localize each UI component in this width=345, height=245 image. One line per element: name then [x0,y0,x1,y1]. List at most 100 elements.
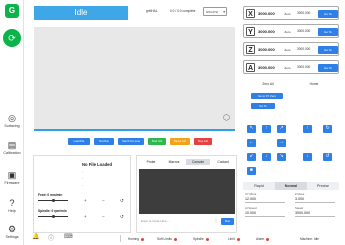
jog-x-plus-button[interactable]: → [277,139,286,147]
slider-handle[interactable] [51,215,55,218]
jog-x-plus-y-plus-button[interactable]: ↗ [277,125,286,133]
axis-value: 3000.000 [258,29,275,34]
xy-move-input[interactable]: 12.000 [245,197,256,201]
info-icon[interactable]: ⓘ [48,233,54,242]
spindle-override-slider[interactable] [38,215,68,218]
tab-precise[interactable]: Precise [307,182,339,190]
tab-rapid[interactable]: Rapid [243,182,275,190]
goto-x-input[interactable]: 3000.000 [297,11,310,15]
visualizer[interactable] [34,27,235,130]
jog-y-minus-button[interactable]: ↓ [262,153,271,161]
sidebar-item-label: Surfacing [4,124,20,128]
dro-panel: X 3000.000 Zero 3000.000 Go To Y 3000.00… [243,6,339,230]
connection-icon[interactable]: ⟳ [3,29,21,47]
sidebar-item-firmware[interactable]: ▣ Firmware [0,170,24,185]
tab-normal[interactable]: Normal [275,182,307,190]
stop-job-button[interactable]: Stop Job [194,138,212,145]
help-icon: ? [9,198,15,208]
file-panel: No File Loaded - - - Feed: 0 mm/min + − … [33,155,131,233]
sidebar-item-calibration[interactable]: ▤ Calibration [0,140,24,155]
gcode-input[interactable]: Enter G-Code Here... [141,218,213,225]
console-menu-icon[interactable]: ⋮ [214,218,218,223]
settings-icon: ⚙ [7,224,17,234]
machine-state-bar: Idle [34,6,128,20]
goto-y-input[interactable]: 3000.000 [297,29,310,33]
app-logo: G [5,4,19,18]
firmware-name: grblHAL [146,9,158,13]
feed-increase-button[interactable]: + [84,198,87,203]
zero-y-button[interactable]: Zero [282,28,293,36]
test-run-button[interactable]: Test Run [94,138,114,145]
xy-move-label: XY Move [245,192,257,196]
spindle-decrease-button[interactable]: − [102,214,105,219]
sidebar-item-help[interactable]: ? Help [0,198,24,213]
zero-x-button[interactable]: Zero [282,10,293,18]
jog-x-plus-y-minus-button[interactable]: ↘ [277,153,286,161]
sidebar-item-settings[interactable]: ⚙ Settings [0,224,24,239]
goto-z-zero-button[interactable]: Go To [251,103,275,109]
goto-a-input[interactable]: 3000.000 [297,65,310,69]
job-progress-text: 0.0 / 0.0 complete [170,9,196,13]
jog-z-plus-button[interactable]: ↑ [303,125,312,133]
goto-xy-zero-button[interactable]: Go to XY Zero [251,93,283,99]
calibration-icon: ▤ [7,140,17,150]
jog-mode-tabs: Rapid Normal Precise [243,182,339,190]
feed-decrease-button[interactable]: − [102,198,105,203]
status-label: Homing [128,237,139,241]
axis-row-a: A 3000.000 Zero 3000.000 Go To [243,60,339,74]
goto-a-button[interactable]: Go To [318,64,338,72]
field-underline [295,216,335,217]
file-title: No File Loaded [82,162,113,167]
zero-z-button[interactable]: Zero [282,46,293,54]
home-button[interactable]: Home [299,82,329,86]
sidebar-item-surfacing[interactable]: ◎ Surfacing [0,113,24,128]
goto-z-input[interactable]: 3000.000 [297,47,310,51]
goto-x-button[interactable]: Go To [318,10,338,18]
status-soft-limits: Soft Limits [157,237,177,241]
tab-macros[interactable]: Macros [163,159,185,165]
zero-all-button[interactable]: Zero All [253,82,283,86]
feed-override-slider[interactable] [38,199,68,202]
jog-a-minus-button[interactable]: ↺ [323,153,332,161]
tab-console[interactable]: Console [186,159,210,165]
spindle-increase-button[interactable]: + [84,214,87,219]
start-from-line-button[interactable]: Start From Line [118,138,144,145]
sidebar-item-label: Help [8,209,16,213]
status-dot [140,237,144,241]
workspace-select[interactable]: G54 (P1) [203,7,227,16]
jog-x-minus-button[interactable]: ← [247,139,256,147]
notification-bell-icon[interactable]: 🔔 [32,233,39,240]
file-info-line: - [82,169,83,173]
speed-input[interactable]: 3000.000 [295,211,310,215]
feed-reset-icon[interactable]: ↺ [120,198,124,204]
jog-stop-button[interactable]: ■ [247,167,256,175]
load-file-button[interactable]: Load File [68,138,90,145]
axis-value: 3000.000 [258,47,275,52]
field-underline [245,216,285,217]
start-job-button[interactable]: Start Job [148,138,166,145]
spindle-reset-icon[interactable]: ↺ [120,214,124,220]
file-preview [37,159,74,189]
status-dot [266,237,270,241]
tab-probe[interactable]: Probe [140,159,162,165]
jog-a-plus-button[interactable]: ↻ [323,125,332,133]
jog-y-plus-button[interactable]: ↑ [262,125,271,133]
pause-job-button[interactable]: Pause Job [170,138,190,145]
at-speed-input[interactable]: 10.000 [245,211,256,215]
goto-y-button[interactable]: Go To [318,28,338,36]
sidebar-item-label: Settings [5,235,19,239]
jog-x-minus-y-minus-button[interactable]: ↙ [247,153,256,161]
tab-coolant[interactable]: Coolant [211,159,235,165]
view-cube-icon[interactable]: ⬡ [223,113,230,122]
goto-z-button[interactable]: Go To [318,46,338,54]
run-command-button[interactable]: Run [221,218,234,225]
keyboard-icon[interactable]: ⌨ [64,233,73,240]
axis-letter: X [246,9,255,18]
slider-handle[interactable] [51,199,55,202]
zero-a-button[interactable]: Zero [282,64,293,72]
file-info-line: - [82,176,83,180]
jog-x-minus-y-plus-button[interactable]: ↖ [247,125,256,133]
z-move-input[interactable]: 3.000 [295,197,304,201]
axis-row-x: X 3000.000 Zero 3000.000 Go To [243,6,339,20]
jog-z-minus-button[interactable]: ↓ [303,153,312,161]
